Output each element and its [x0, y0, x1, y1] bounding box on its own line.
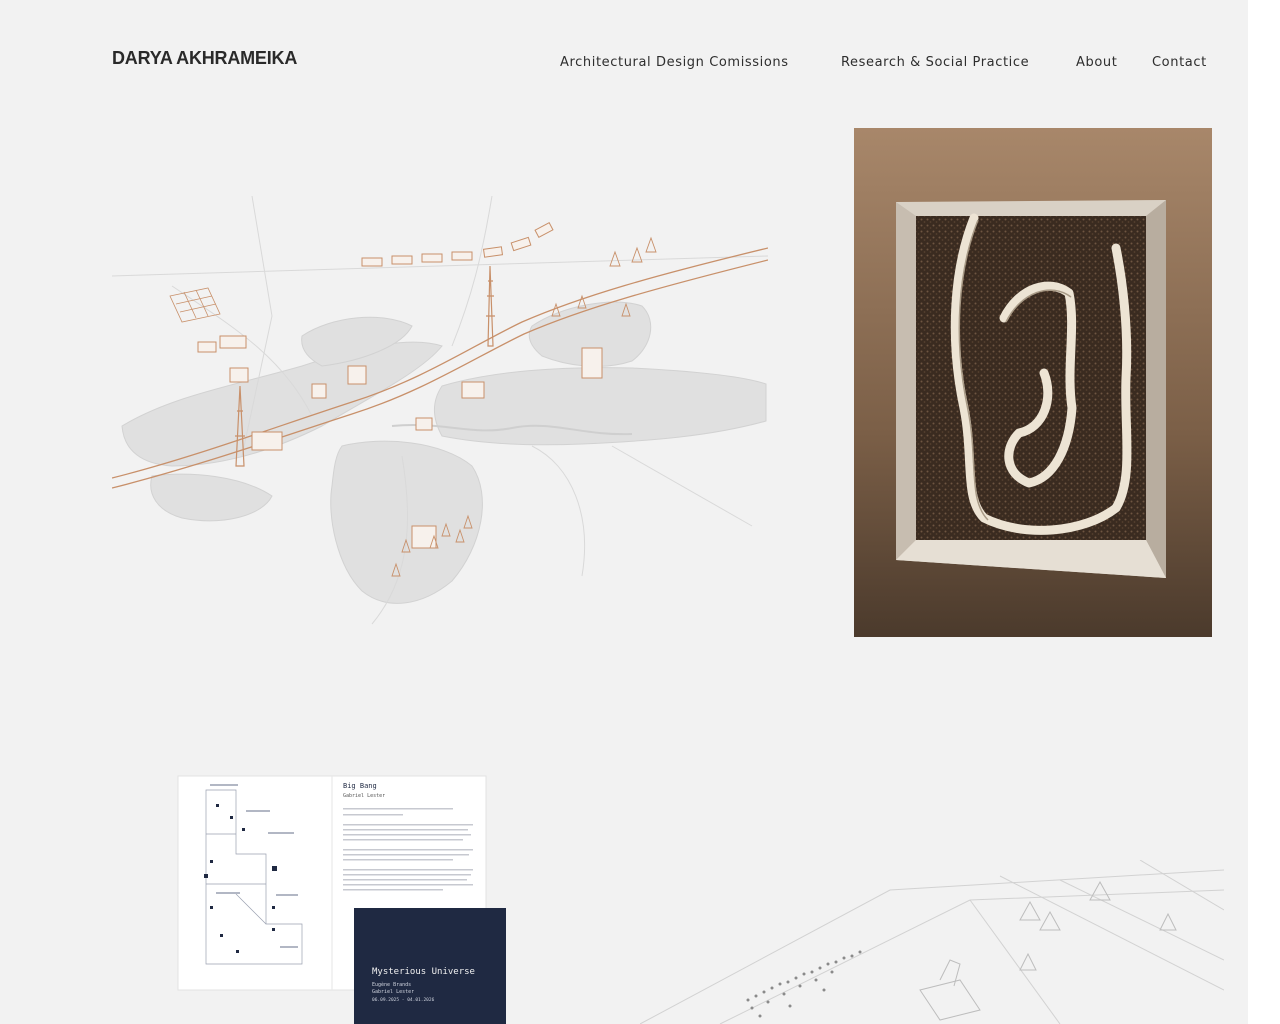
main-nav: Architectural Design Comissions Research… [0, 55, 1212, 75]
nav-research-social-practice[interactable]: Research & Social Practice [841, 55, 1029, 70]
nav-contact[interactable]: Contact [1152, 55, 1207, 70]
project-tile-map[interactable] [112, 196, 768, 626]
booklet-cover-title: Mysterious Universe [372, 967, 475, 977]
project-tile-model[interactable] [854, 128, 1212, 637]
booklet-cover-artist-2: Gabriel Lester [372, 989, 414, 995]
nav-about[interactable]: About [1076, 55, 1117, 70]
project-tile-booklet[interactable]: Big Bang Gabriel Lester Mysterious Unive… [176, 774, 508, 1024]
page-scrollbar[interactable] [1248, 0, 1280, 1024]
booklet-image: Big Bang Gabriel Lester Mysterious Unive… [177, 775, 506, 1024]
booklet-cover-dates: 06.09.2025 - 04.01.2026 [372, 997, 435, 1003]
isometric-drawing-image [640, 860, 1224, 1024]
booklet-page-title: Big Bang [343, 782, 377, 790]
booklet-cover-artist-1: Eugène Brands [372, 981, 411, 988]
model-photo-image [854, 128, 1212, 637]
project-tile-isometric[interactable] [640, 860, 1224, 1024]
nav-architectural-design[interactable]: Architectural Design Comissions [560, 55, 789, 70]
booklet-page-author: Gabriel Lester [343, 793, 385, 799]
map-drawing-image [112, 196, 768, 625]
